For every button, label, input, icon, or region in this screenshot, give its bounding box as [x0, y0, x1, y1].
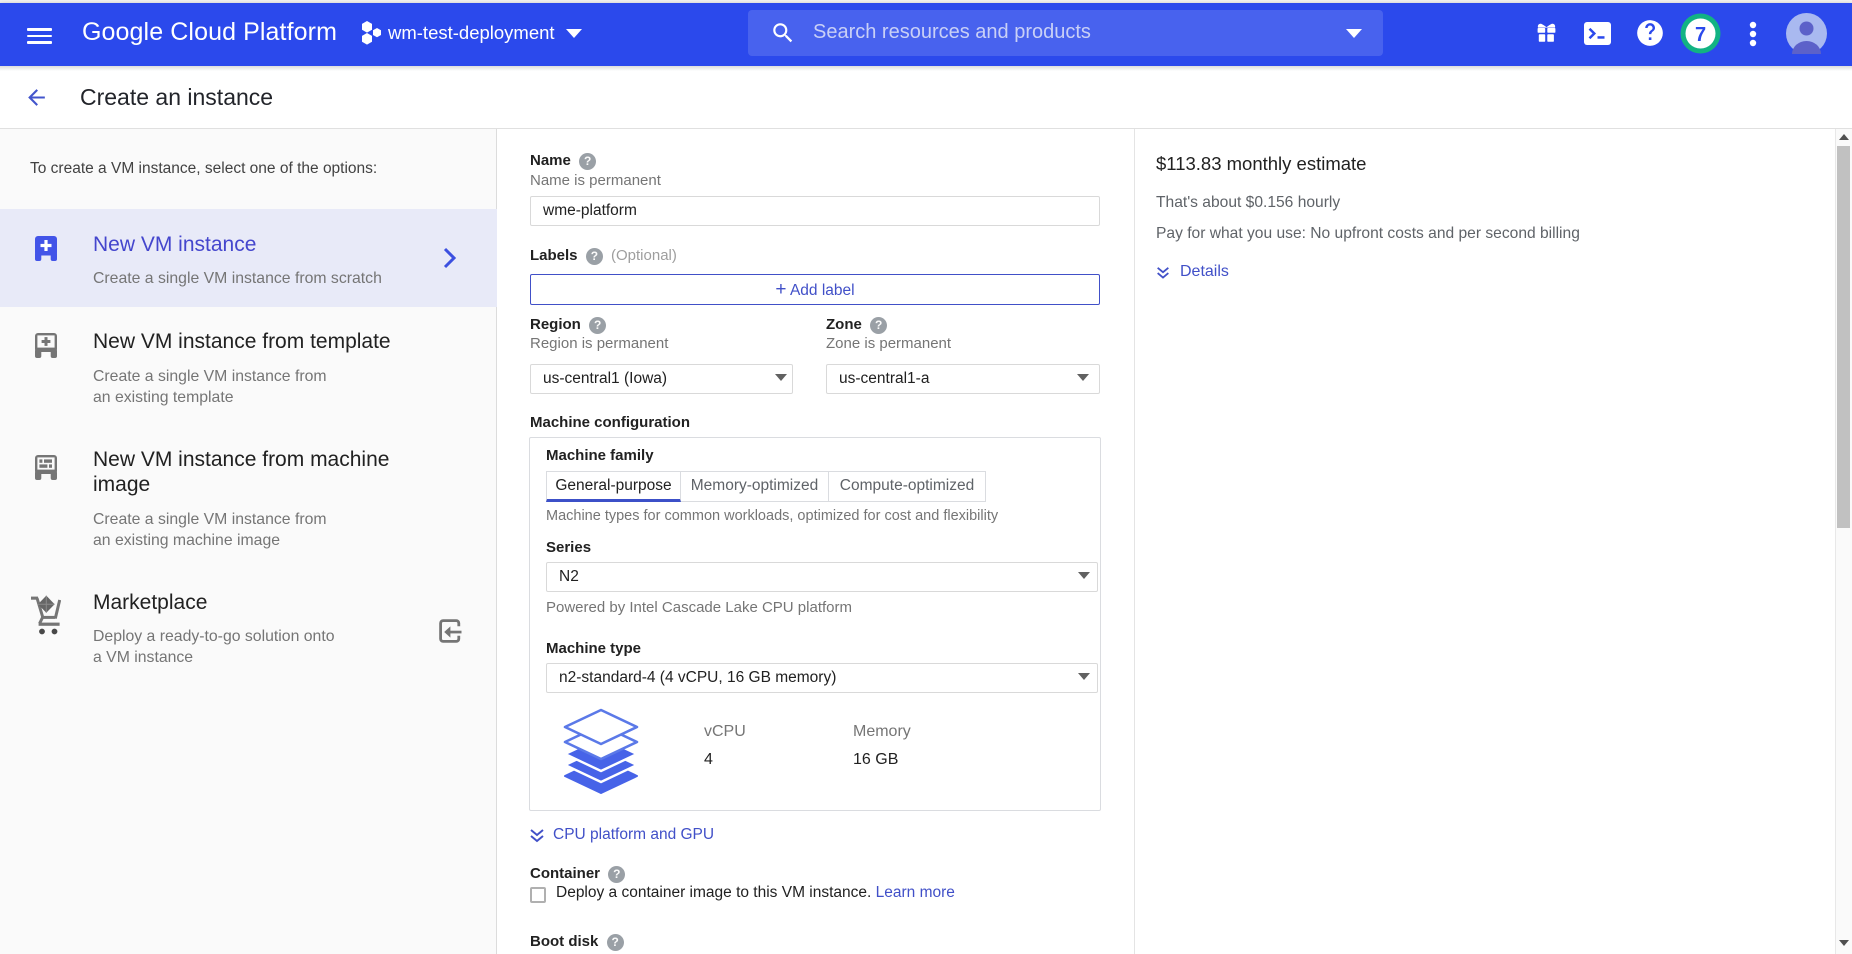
svg-text:7: 7	[1695, 24, 1706, 46]
